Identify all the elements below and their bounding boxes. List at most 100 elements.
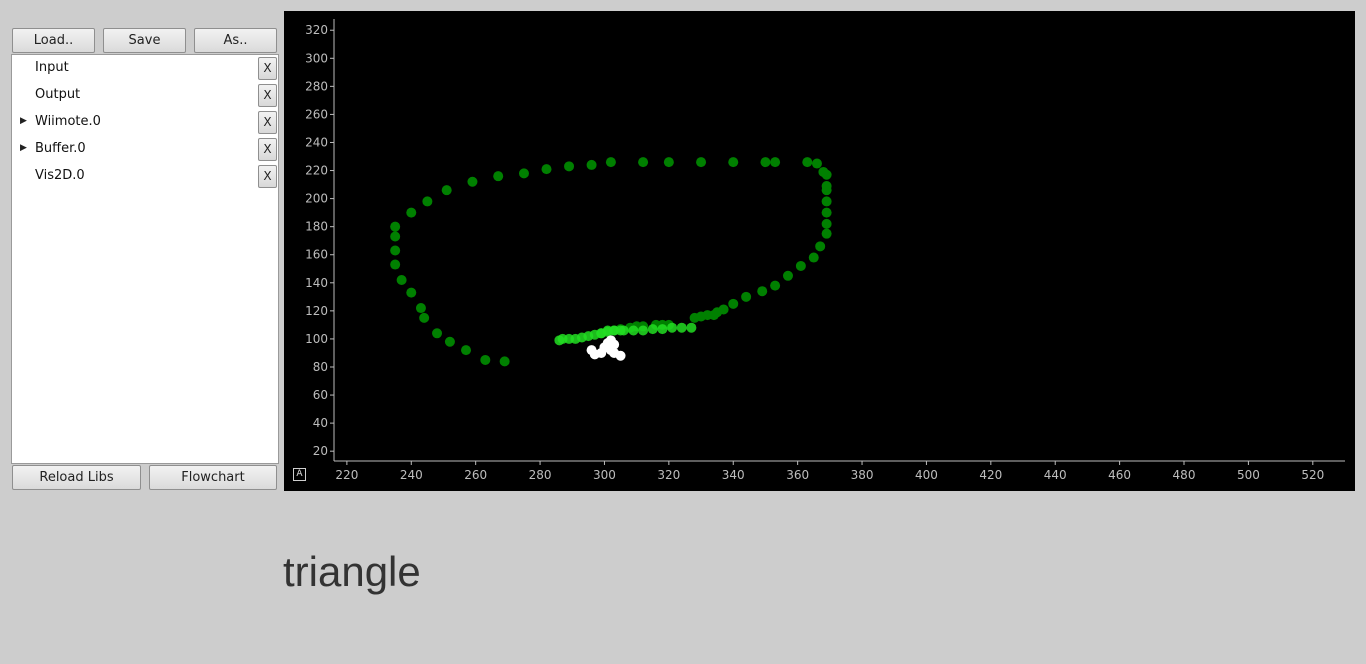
data-point <box>821 218 832 229</box>
y-tick-label: 120 <box>305 304 328 318</box>
y-tick-label: 300 <box>305 51 328 65</box>
data-point <box>467 176 478 187</box>
x-tick-label: 500 <box>1237 468 1260 482</box>
data-point <box>647 324 658 335</box>
y-tick-label: 140 <box>305 276 328 290</box>
y-tick-label: 80 <box>313 360 328 374</box>
remove-module-button[interactable]: X <box>258 138 277 161</box>
data-point <box>564 161 575 172</box>
flowchart-button[interactable]: Flowchart <box>149 465 277 490</box>
save-as-button[interactable]: As.. <box>194 28 277 53</box>
y-tick-label: 40 <box>313 416 328 430</box>
module-row-wiimote[interactable]: ▶ Wiimote.0 X <box>12 109 278 136</box>
data-point <box>815 241 826 252</box>
data-point <box>605 157 616 168</box>
x-tick-label: 360 <box>786 468 809 482</box>
data-point <box>390 259 401 270</box>
data-point <box>480 354 491 365</box>
x-tick-label: 460 <box>1108 468 1131 482</box>
data-point <box>419 312 430 323</box>
data-point <box>821 228 832 239</box>
data-point <box>757 286 768 297</box>
x-tick-label: 280 <box>529 468 552 482</box>
data-point <box>432 328 443 339</box>
x-tick-label: 300 <box>593 468 616 482</box>
data-point <box>444 336 455 347</box>
data-point <box>782 270 793 281</box>
x-tick-label: 240 <box>400 468 423 482</box>
data-point <box>609 325 620 336</box>
module-list: Input X Output X ▶ Wiimote.0 X ▶ Buffer.… <box>11 54 279 464</box>
data-point <box>696 157 707 168</box>
remove-module-button[interactable]: X <box>258 111 277 134</box>
remove-module-button[interactable]: X <box>258 57 277 80</box>
y-tick-label: 100 <box>305 332 328 346</box>
module-label: Wiimote.0 <box>35 114 101 129</box>
remove-module-button[interactable]: X <box>258 84 277 107</box>
y-tick-label: 220 <box>305 164 328 178</box>
expand-arrow-icon[interactable]: ▶ <box>20 143 27 153</box>
x-tick-label: 380 <box>851 468 874 482</box>
data-point <box>518 168 529 179</box>
data-point <box>821 169 832 180</box>
data-point <box>638 325 649 336</box>
module-row-vis2d[interactable]: Vis2D.0 X <box>12 163 278 190</box>
data-point <box>390 245 401 256</box>
module-row-output[interactable]: Output X <box>12 82 278 109</box>
x-tick-label: 260 <box>464 468 487 482</box>
x-tick-label: 420 <box>979 468 1002 482</box>
gesture-caption: triangle <box>283 548 421 595</box>
scatter-plot: 220 240 260 280 300 320 340 360 380 400 420 440 460 4… <box>305 19 1345 482</box>
data-point <box>770 280 781 291</box>
data-point <box>441 185 452 196</box>
y-tick-label: 20 <box>313 444 328 458</box>
vis2d-plot[interactable]: 220 240 260 280 300 320 340 360 380 400 420 440 460 4… <box>284 11 1355 491</box>
data-point <box>554 335 565 346</box>
load-button[interactable]: Load.. <box>12 28 95 53</box>
data-point <box>422 196 433 207</box>
y-tick-label: 180 <box>305 220 328 234</box>
remove-module-button[interactable]: X <box>258 165 277 188</box>
x-tick-label: 520 <box>1301 468 1324 482</box>
x-tick-label: 440 <box>1044 468 1067 482</box>
x-tick-label: 400 <box>915 468 938 482</box>
data-point <box>493 171 504 182</box>
data-point <box>728 298 739 309</box>
module-label: Output <box>35 87 81 102</box>
data-point <box>541 164 552 175</box>
data-point <box>586 159 597 170</box>
data-point <box>811 158 822 169</box>
data-point <box>770 157 781 168</box>
expand-arrow-icon[interactable]: ▶ <box>20 116 27 126</box>
auto-scale-button[interactable]: A <box>293 468 306 481</box>
x-tick-label: 220 <box>335 468 358 482</box>
x-tick-label: 480 <box>1173 468 1196 482</box>
data-point <box>461 345 472 356</box>
data-point <box>795 260 806 271</box>
data-point <box>663 157 674 168</box>
x-tick-label: 340 <box>722 468 745 482</box>
module-row-buffer[interactable]: ▶ Buffer.0 X <box>12 136 278 163</box>
data-point <box>821 207 832 218</box>
data-point <box>406 287 417 298</box>
data-point <box>667 322 678 333</box>
data-point <box>628 325 639 336</box>
data-point <box>808 252 819 263</box>
data-point <box>638 157 649 168</box>
data-point <box>728 157 739 168</box>
y-tick-label: 320 <box>305 23 328 37</box>
data-point <box>689 312 700 323</box>
data-point <box>406 207 417 218</box>
data-point <box>618 325 629 336</box>
module-label: Input <box>35 60 69 75</box>
module-row-input[interactable]: Input X <box>12 55 278 82</box>
module-label: Buffer.0 <box>35 141 86 156</box>
data-point <box>676 322 687 333</box>
y-tick-label: 280 <box>305 79 328 93</box>
save-button[interactable]: Save <box>103 28 186 53</box>
data-point <box>760 157 771 168</box>
reload-libs-button[interactable]: Reload Libs <box>12 465 141 490</box>
y-tick-label: 200 <box>305 192 328 206</box>
data-point <box>686 322 697 333</box>
data-point <box>802 157 813 168</box>
